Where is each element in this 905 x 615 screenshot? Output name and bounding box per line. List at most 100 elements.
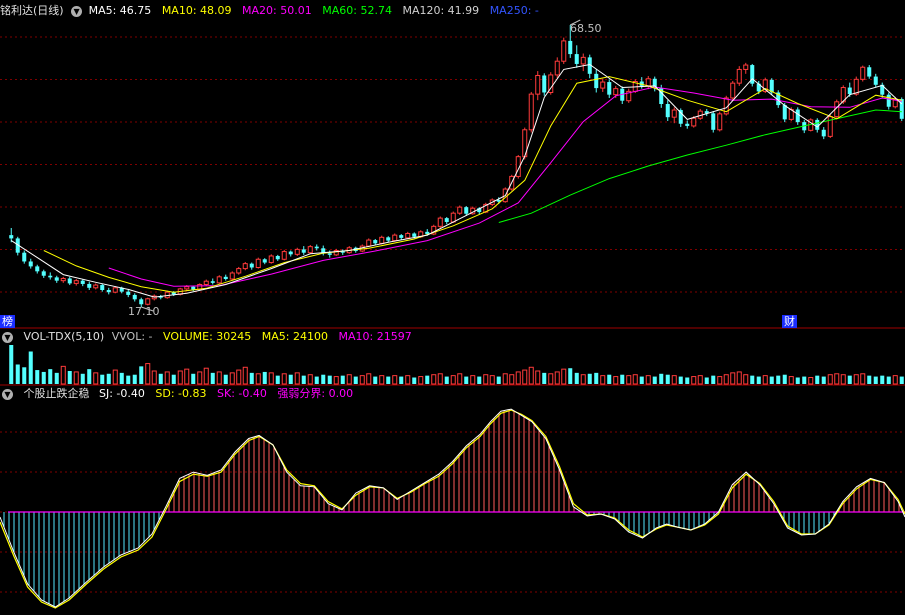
candle-body [405,232,411,239]
ind-panel-header: ▼ 个股止跌企稳 SJ: -0.40 SD: -0.83 SK: -0.40 强… [0,386,360,402]
candle-body [711,113,716,130]
volume-bar [678,376,683,384]
volume-bar [405,375,411,385]
candle-body [574,54,579,64]
candle-body [268,255,274,264]
volume-bar [60,365,66,385]
volume-bar [191,373,196,384]
volume-bar [711,375,716,384]
volume-bar [255,373,261,385]
volume-bar [697,375,703,385]
volume-bar [568,368,573,384]
candle-body [379,236,385,244]
volume-bar [788,376,794,385]
volume-bar [613,376,619,385]
volume-bar [229,372,235,385]
volume-bar [554,371,560,385]
volume-bar [808,377,814,385]
volume-bar [853,374,859,385]
candle-body [145,298,151,305]
volume-bar [9,345,14,384]
volume-bar [15,364,20,384]
volume-bar [223,374,228,384]
volume-bar [594,372,599,384]
volume-bar [314,376,319,384]
volume-bar [496,376,501,384]
volume-bar [431,374,437,385]
candle-body [236,268,242,274]
volume-bar [106,373,111,384]
volume-bar [886,376,891,384]
candle-body [685,123,690,126]
volume-bar [145,363,151,385]
volume-bar [685,377,690,384]
vol-title[interactable]: VOL-TDX(5,10) [24,330,105,343]
candle-body [41,271,46,276]
candle-body [717,113,723,131]
candle-body [568,40,573,55]
candle-body [314,246,319,249]
candle-body [815,119,820,130]
candle-body [126,291,131,295]
candle-body [67,278,72,284]
candle-body [743,64,749,70]
candle-body [203,280,209,286]
volume-bar [632,374,638,385]
volume-bar [574,372,579,384]
ma-legend-5: MA250: - [489,4,539,17]
volume-bar [100,374,105,384]
volume-bar [834,373,840,385]
volume-bar [164,371,170,385]
volume-bar [659,373,664,384]
volume-bar [782,374,787,384]
low-price-label: 17.10 [128,305,160,318]
candle-body [412,233,417,237]
candle-body [665,104,670,118]
candle-body [867,67,872,77]
volume-bar [840,374,846,385]
volume-bar [366,373,372,385]
candle-body [554,60,560,76]
volume-bar [373,376,378,384]
volume-bar [730,372,736,385]
ind-legend-1: SD: -0.83 [155,387,207,400]
volume-bar [717,376,723,385]
chevron-down-icon[interactable]: ▼ [71,5,83,17]
candle-body [294,248,300,255]
candle-body [594,73,599,89]
ind-title[interactable]: 个股止跌企稳 [24,387,90,400]
vol-legend-3: MA10: 21597 [338,330,412,343]
candle-body [112,287,118,293]
volume-bar [750,375,755,384]
event-tag-bang[interactable]: 榜 [0,315,15,328]
volume-bar [607,374,612,384]
volume-bar [860,373,866,385]
volume-bar [418,376,424,385]
candle-body [645,78,651,87]
volume-bar [535,370,541,385]
candle-body [795,109,800,123]
volume-bar [80,373,85,384]
volume-bar [639,376,644,384]
ma-legend-1: MA10: 48.09 [161,4,232,17]
ma60-line [498,109,902,223]
volume-bar [548,373,554,385]
candle-body [736,68,742,84]
candle-body [139,299,144,305]
event-tag-cai[interactable]: 财 [782,315,797,328]
candle-body [671,109,677,118]
volume-bar [327,375,332,384]
candle-body [373,240,378,244]
volume-bar [22,367,27,384]
candle-body [301,249,306,253]
volume-bar [288,374,293,384]
candle-body [9,235,14,239]
chevron-down-icon[interactable]: ▼ [2,331,13,343]
high-price-label: 68.50 [570,22,602,35]
stock-title[interactable]: 铭利达(日线) [0,4,64,17]
chevron-down-icon[interactable]: ▼ [2,388,13,400]
volume-bar [769,376,774,384]
volume-bar [35,370,40,384]
volume-bar [776,375,781,384]
volume-bar [509,374,515,385]
